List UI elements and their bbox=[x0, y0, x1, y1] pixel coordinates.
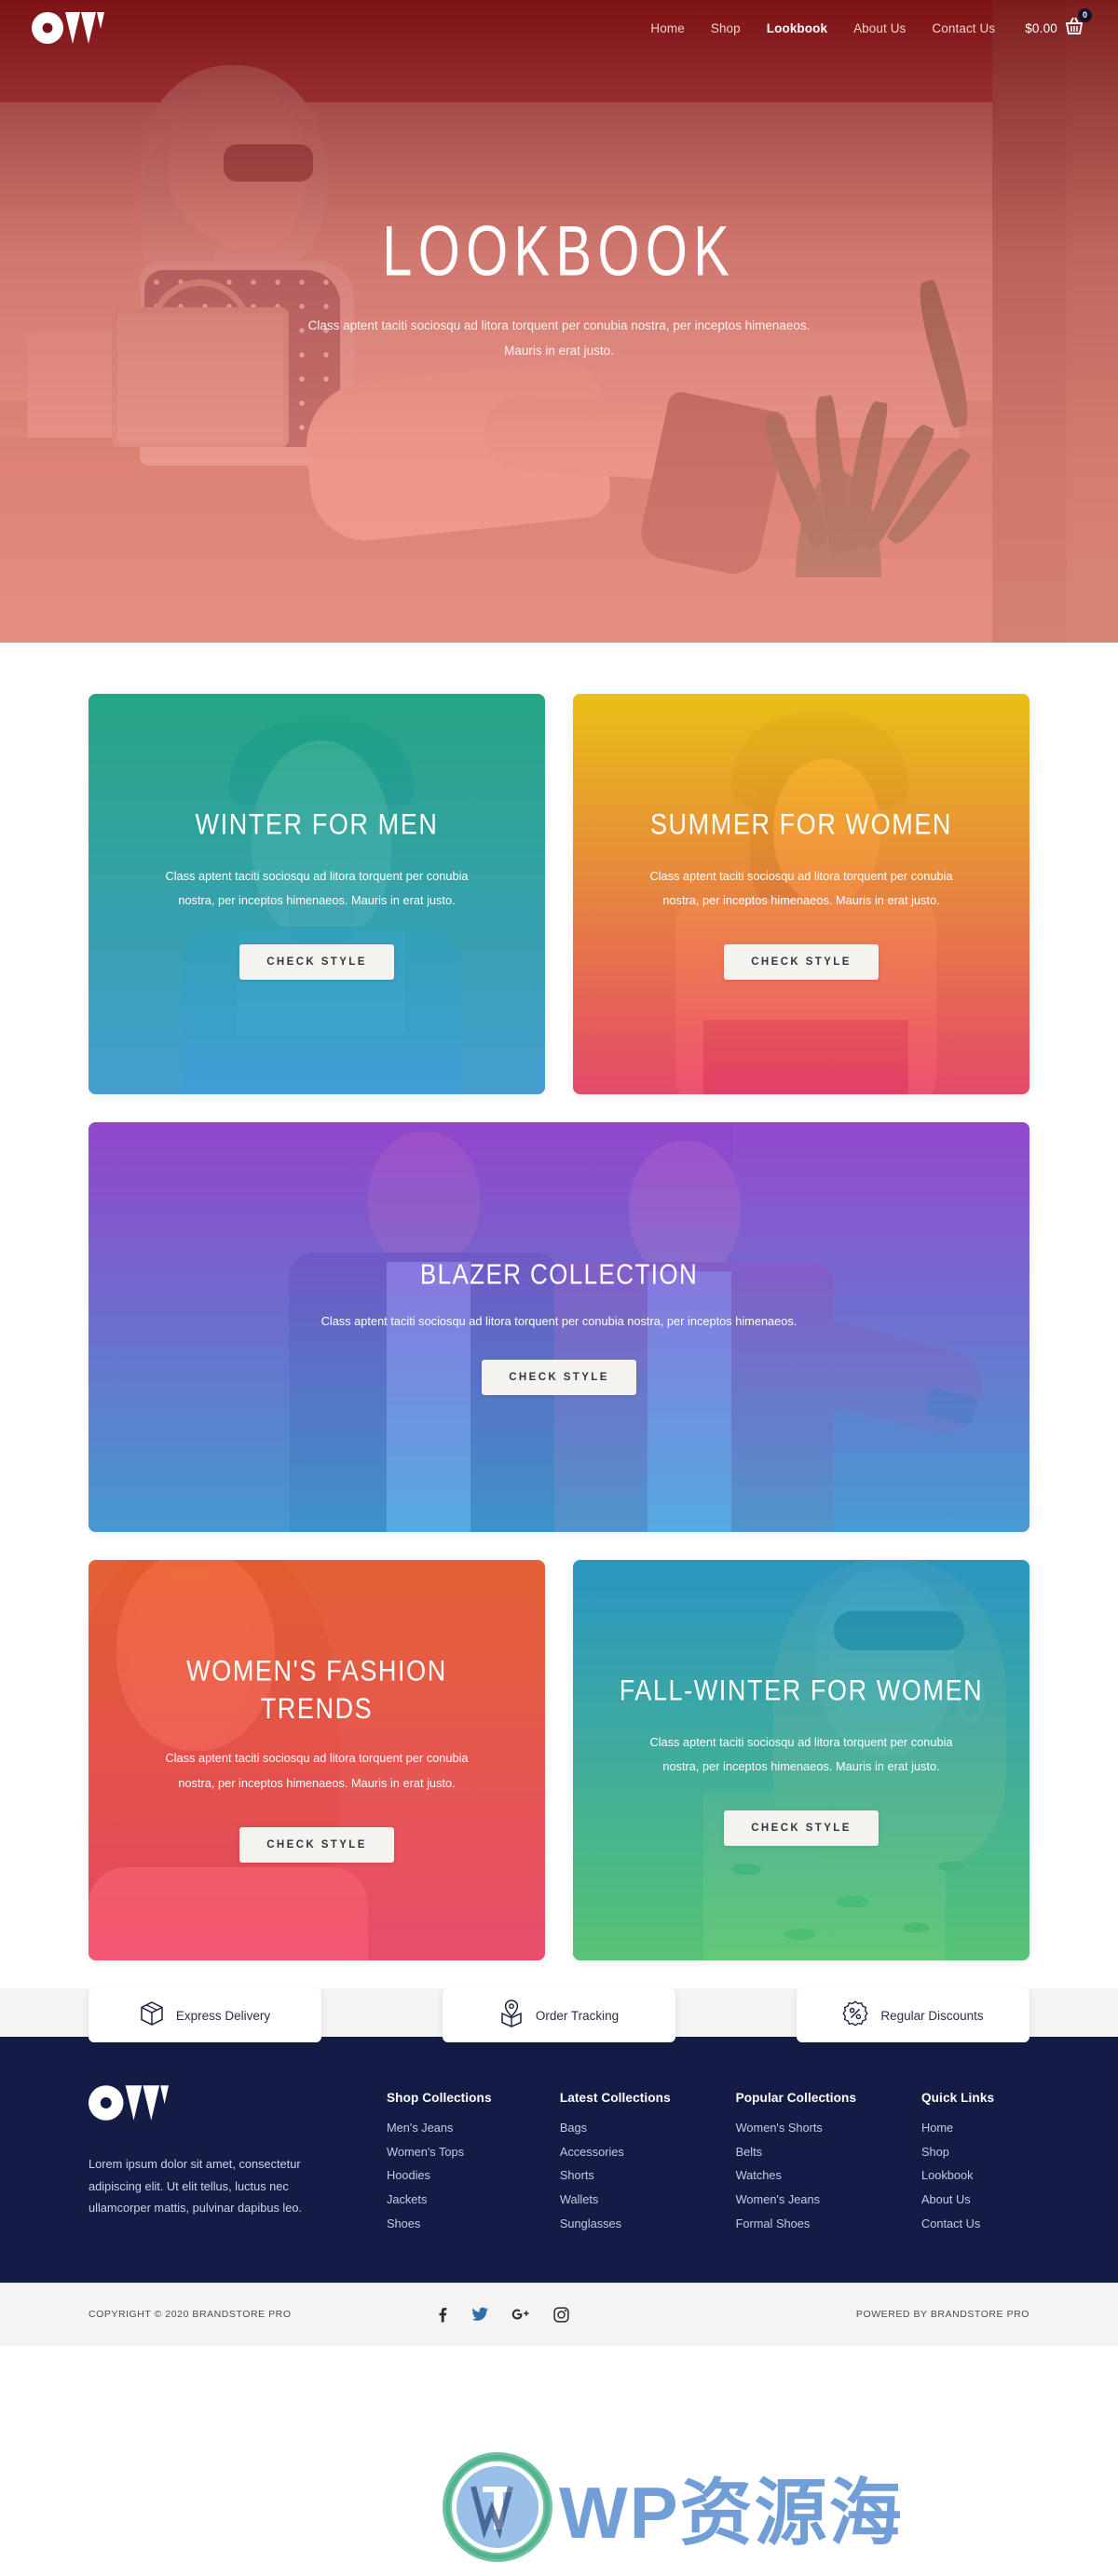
card-title: BLAZER COLLECTION bbox=[419, 1257, 699, 1291]
footer-link[interactable]: Bags bbox=[560, 2121, 671, 2135]
footer-link[interactable]: Wallets bbox=[560, 2192, 671, 2207]
footer-link[interactable]: Shorts bbox=[560, 2169, 671, 2183]
footer-link[interactable]: Watches bbox=[736, 2169, 857, 2183]
footer-link[interactable]: About Us bbox=[921, 2192, 1029, 2207]
tracking-pin-box-icon bbox=[499, 1999, 524, 2032]
check-style-button[interactable]: CHECK STYLE bbox=[239, 1826, 394, 1863]
instagram-icon[interactable] bbox=[553, 2306, 569, 2323]
service-badge-order-tracking[interactable]: Order Tracking bbox=[443, 1988, 675, 2042]
lookbook-card-fall-winter-for-women[interactable]: FALL-WINTER FOR WOMEN Class aptent tacit… bbox=[573, 1560, 1029, 1960]
hero-section: Home Shop Lookbook About Us Contact Us $… bbox=[0, 0, 1118, 643]
card-description: Class aptent taciti sociosqu ad litora t… bbox=[165, 869, 469, 908]
nav-item-home[interactable]: Home bbox=[637, 21, 697, 35]
footer-link[interactable]: Belts bbox=[736, 2145, 857, 2160]
footer-logo[interactable] bbox=[89, 2085, 169, 2124]
card-title: WINTER FOR MEN bbox=[195, 807, 439, 840]
lookbook-card-summer-for-women[interactable]: SUMMER FOR WOMEN Class aptent taciti soc… bbox=[573, 694, 1029, 1094]
cart-total: $0.00 bbox=[1025, 20, 1057, 35]
site-header: Home Shop Lookbook About Us Contact Us $… bbox=[0, 0, 1118, 56]
hero-content: LOOKBOOK Class aptent taciti sociosqu ad… bbox=[0, 0, 1118, 643]
twitter-icon[interactable] bbox=[471, 2307, 488, 2322]
footer-bottom-bar: COPYRIGHT © 2020 BRANDSTORE PRO POWERED … bbox=[0, 2282, 1118, 2346]
check-style-button[interactable]: CHECK STYLE bbox=[239, 944, 394, 981]
footer-column-title: Latest Collections bbox=[559, 2091, 671, 2105]
card-title: WOMEN'S FASHION TRENDS bbox=[186, 1655, 447, 1725]
service-label: Express Delivery bbox=[175, 2008, 271, 2023]
cart-count-badge: 0 bbox=[1078, 7, 1092, 22]
footer-link[interactable]: Formal Shoes bbox=[736, 2217, 857, 2231]
footer-about-text: Lorem ipsum dolor sit amet, consectetur … bbox=[89, 2157, 303, 2216]
watermark-ring bbox=[445, 2455, 550, 2559]
card-row-bottom: WOMEN'S FASHION TRENDS Class aptent taci… bbox=[89, 1560, 1029, 1960]
footer-column-title: Popular Collections bbox=[735, 2091, 857, 2105]
footer-column-quick-links: Quick Links Home Shop Lookbook About Us … bbox=[921, 2091, 1029, 2242]
footer-brand: Lorem ipsum dolor sit amet, consectetur … bbox=[89, 2085, 387, 2242]
footer-column-title: Quick Links bbox=[920, 2091, 995, 2105]
site-logo[interactable] bbox=[32, 12, 104, 44]
package-box-icon bbox=[140, 2000, 164, 2031]
check-style-button[interactable]: CHECK STYLE bbox=[482, 1359, 636, 1395]
card-title: FALL-WINTER FOR WOMEN bbox=[619, 1674, 984, 1706]
lookbook-card-blazer-collection[interactable]: BLAZER COLLECTION Class aptent taciti so… bbox=[89, 1122, 1029, 1532]
service-label: Order Tracking bbox=[535, 2008, 620, 2023]
lookbook-card-winter-for-men[interactable]: WINTER FOR MEN Class aptent taciti socio… bbox=[89, 694, 545, 1094]
footer-link-columns: Shop Collections Men's Jeans Women's Top… bbox=[387, 2085, 1029, 2242]
footer-link[interactable]: Shoes bbox=[387, 2217, 495, 2231]
nav-item-contact-us[interactable]: Contact Us bbox=[919, 21, 1008, 35]
nav-item-about-us[interactable]: About Us bbox=[840, 21, 919, 35]
footer-link[interactable]: Sunglasses bbox=[560, 2217, 671, 2231]
service-badge-regular-discounts[interactable]: Regular Discounts bbox=[797, 1988, 1029, 2042]
ow-logo-icon bbox=[89, 2085, 169, 2121]
page-title: LOOKBOOK bbox=[382, 212, 736, 291]
nav-item-shop[interactable]: Shop bbox=[698, 21, 754, 35]
service-badge-express-delivery[interactable]: Express Delivery bbox=[89, 1988, 321, 2042]
lookbook-cards-section: WINTER FOR MEN Class aptent taciti socio… bbox=[0, 643, 1118, 1960]
copyright-text: COPYRIGHT © 2020 BRANDSTORE PRO bbox=[89, 2309, 292, 2321]
footer-column-title: Shop Collections bbox=[387, 2091, 492, 2105]
footer-link[interactable]: Shop bbox=[921, 2145, 1029, 2160]
shopping-basket-icon[interactable]: 0 bbox=[1064, 7, 1092, 40]
footer-column-shop-collections: Shop Collections Men's Jeans Women's Top… bbox=[387, 2091, 495, 2242]
facebook-icon[interactable] bbox=[435, 2307, 449, 2323]
footer-link[interactable]: Home bbox=[921, 2121, 1029, 2135]
footer-link[interactable]: Women's Jeans bbox=[736, 2192, 857, 2207]
social-links bbox=[435, 2306, 569, 2323]
footer-link[interactable]: Women's Tops bbox=[387, 2145, 495, 2160]
footer-link[interactable]: Accessories bbox=[560, 2145, 671, 2160]
check-style-button[interactable]: CHECK STYLE bbox=[724, 944, 879, 981]
footer-link[interactable]: Contact Us bbox=[921, 2217, 1029, 2231]
card-row-top: WINTER FOR MEN Class aptent taciti socio… bbox=[89, 694, 1029, 1094]
card-description: Class aptent taciti sociosqu ad litora t… bbox=[165, 1751, 469, 1790]
lookbook-card-womens-fashion-trends[interactable]: WOMEN'S FASHION TRENDS Class aptent taci… bbox=[89, 1560, 545, 1960]
card-title: SUMMER FOR WOMEN bbox=[649, 807, 953, 840]
card-description: Class aptent taciti sociosqu ad litora t… bbox=[320, 1313, 798, 1328]
footer-link[interactable]: Men's Jeans bbox=[387, 2121, 495, 2135]
footer-link[interactable]: Women's Shorts bbox=[736, 2121, 857, 2135]
card-description: Class aptent taciti sociosqu ad litora t… bbox=[649, 869, 953, 908]
watermark-text: WP资源海 bbox=[559, 2472, 904, 2554]
hero-subtitle: Class aptent taciti sociosqu ad litora t… bbox=[307, 319, 811, 358]
cart-widget[interactable]: $0.00 0 bbox=[1025, 7, 1092, 40]
footer-link[interactable]: Jackets bbox=[387, 2192, 495, 2207]
footer-link[interactable]: Lookbook bbox=[921, 2169, 1029, 2183]
powered-by-text: POWERED BY BRANDSTORE PRO bbox=[855, 2309, 1029, 2321]
check-style-button[interactable]: CHECK STYLE bbox=[724, 1810, 879, 1847]
footer-main: Lorem ipsum dolor sit amet, consectetur … bbox=[89, 2042, 1029, 2283]
nav-item-lookbook[interactable]: Lookbook bbox=[754, 21, 840, 35]
google-plus-icon[interactable] bbox=[511, 2307, 531, 2322]
footer-column-popular-collections: Popular Collections Women's Shorts Belts… bbox=[736, 2091, 857, 2242]
ow-logo-icon bbox=[32, 12, 104, 44]
discount-percent-badge-icon bbox=[842, 2000, 869, 2031]
card-row-middle: BLAZER COLLECTION Class aptent taciti so… bbox=[89, 1122, 1029, 1532]
service-label: Regular Discounts bbox=[880, 2008, 984, 2023]
footer-zone: Express Delivery Order Tracking Regular … bbox=[0, 1988, 1118, 2346]
card-description: Class aptent taciti sociosqu ad litora t… bbox=[649, 1735, 953, 1774]
footer-link[interactable]: Hoodies bbox=[387, 2169, 495, 2183]
service-badges: Express Delivery Order Tracking Regular … bbox=[89, 1988, 1029, 2042]
main-navigation[interactable]: Home Shop Lookbook About Us Contact Us $… bbox=[637, 7, 1118, 40]
footer-column-latest-collections: Latest Collections Bags Accessories Shor… bbox=[560, 2091, 671, 2242]
